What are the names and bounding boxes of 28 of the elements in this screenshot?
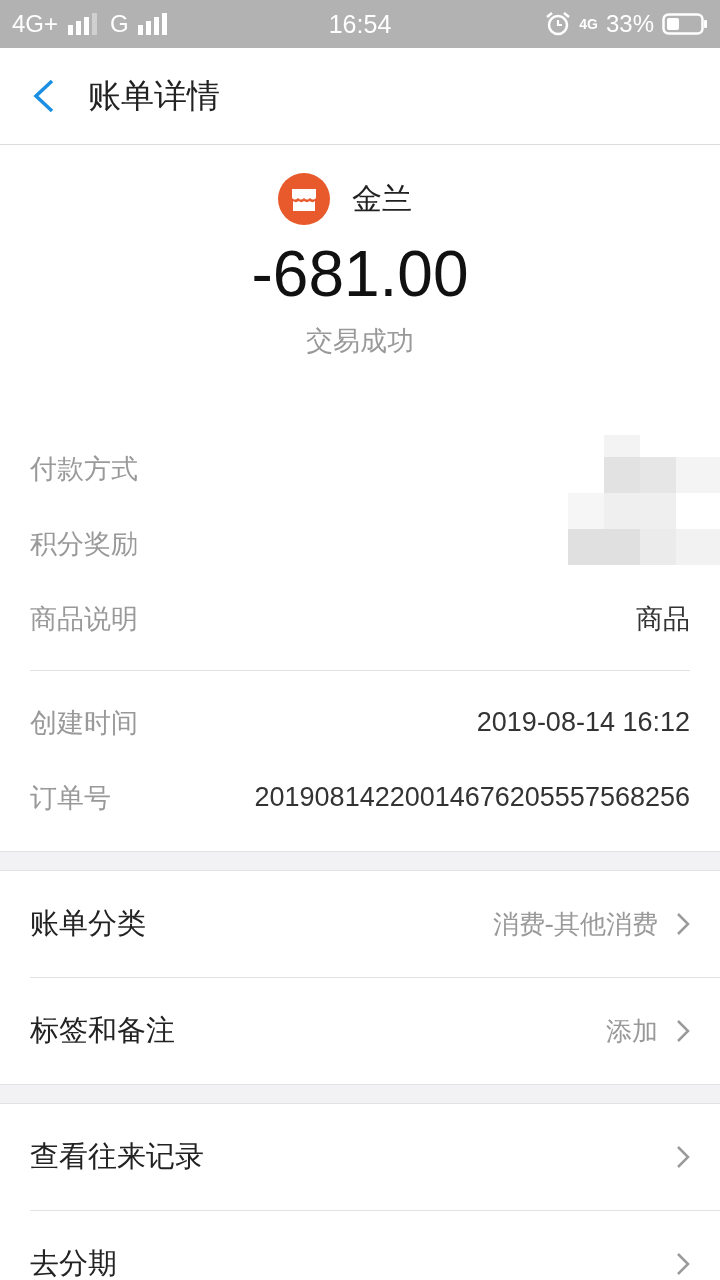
merchant-name: 金兰 bbox=[352, 179, 412, 218]
store-icon bbox=[278, 173, 330, 225]
detail-label: 订单号 bbox=[30, 780, 111, 815]
network-label: 4G+ bbox=[12, 10, 59, 38]
detail-value: 商品 bbox=[636, 602, 690, 636]
clock-time: 16:54 bbox=[328, 9, 392, 39]
detail-label: 积分奖励 bbox=[30, 526, 138, 561]
detail-value: 20190814220014676205557568256 bbox=[254, 782, 690, 813]
chevron-icon bbox=[676, 1019, 690, 1043]
menu-row[interactable]: 账单分类 消费-其他消费 bbox=[30, 871, 720, 977]
menu-row[interactable]: 去分期 bbox=[30, 1210, 720, 1280]
amount: -681.00 bbox=[250, 237, 470, 311]
chevron-icon bbox=[676, 1252, 690, 1276]
detail-label: 创建时间 bbox=[30, 705, 138, 740]
transaction-status: 交易成功 bbox=[305, 324, 415, 358]
network-label: G bbox=[110, 10, 129, 38]
page-title: 账单详情 bbox=[88, 74, 220, 117]
chevron-icon bbox=[676, 1145, 690, 1169]
detail-label: 付款方式 bbox=[30, 451, 138, 486]
back-button[interactable] bbox=[32, 79, 56, 113]
chevron-icon bbox=[676, 912, 690, 936]
battery-percent: 33% bbox=[605, 10, 654, 38]
menu-row[interactable]: 查看往来记录 bbox=[30, 1104, 720, 1210]
detail-label: 商品说明 bbox=[30, 601, 138, 636]
detail-value: 2019-08-14 16:12 bbox=[476, 707, 690, 738]
network-label: 4G bbox=[579, 16, 598, 32]
alarm-icon bbox=[545, 11, 572, 37]
battery-icon bbox=[662, 13, 708, 35]
